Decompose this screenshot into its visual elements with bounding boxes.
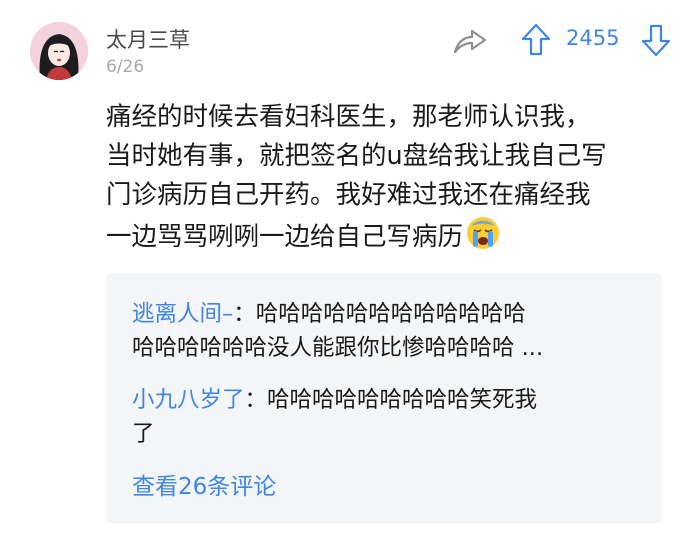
comment-author[interactable]: 小九八岁了: [132, 387, 245, 413]
content-line-last: 一边骂骂咧咧一边给自己写病历: [106, 215, 666, 254]
share-arrow-icon: [453, 29, 487, 54]
view-all-comments-link[interactable]: 查看26条评论: [132, 467, 276, 501]
comment-item: 小九八岁了：哈哈哈哈哈哈哈哈哈笑死我 了: [132, 383, 537, 451]
comment-first-line: 小九八岁了：哈哈哈哈哈哈哈哈哈笑死我: [132, 383, 537, 417]
downvote-arrow-icon: [641, 24, 671, 57]
content-line-text: 一边骂骂咧咧一边给自己写病历: [106, 222, 464, 252]
crying-face-emoji-icon: [467, 217, 500, 249]
avatar[interactable]: [30, 22, 88, 80]
comment-text: 哈哈哈哈哈哈哈哈哈哈哈哈: [255, 301, 526, 327]
share-button[interactable]: [450, 22, 490, 58]
downvote-button[interactable]: [640, 22, 672, 58]
upvote-button[interactable]: [520, 22, 552, 58]
vote-count: 2455: [566, 26, 620, 50]
comment-text-continued: 了: [132, 421, 155, 447]
comment-author[interactable]: 逃离人间–: [132, 301, 233, 327]
content-line: 门诊病历自己开药。我好难过我还在痛经我: [106, 180, 591, 210]
comment-preview-box: 逃离人间–：哈哈哈哈哈哈哈哈哈哈哈哈 哈哈哈哈哈哈没人能跟你比惨哈哈哈哈 ...…: [106, 273, 662, 523]
content-line: 痛经的时候去看妇科医生，那老师认识我，: [106, 102, 591, 132]
comment-text-continued: 哈哈哈哈哈哈没人能跟你比惨哈哈哈哈 ...: [132, 335, 544, 361]
content-line: 当时她有事，就把签名的u盘给我让我自己写: [106, 141, 607, 171]
username[interactable]: 太月三草: [106, 24, 190, 54]
upvote-arrow-icon: [521, 23, 551, 56]
post-content: 痛经的时候去看妇科医生，那老师认识我， 当时她有事，就把签名的u盘给我让我自己写…: [106, 98, 666, 254]
comment-text: 哈哈哈哈哈哈哈哈哈笑死我: [267, 387, 538, 413]
comment-first-line: 逃离人间–：哈哈哈哈哈哈哈哈哈哈哈哈: [132, 297, 543, 331]
comment-separator: ：: [233, 301, 256, 327]
comment-separator: ：: [244, 387, 268, 413]
post-date: 6/26: [106, 57, 145, 77]
comment-item: 逃离人间–：哈哈哈哈哈哈哈哈哈哈哈哈 哈哈哈哈哈哈没人能跟你比惨哈哈哈哈 ...: [132, 297, 543, 365]
